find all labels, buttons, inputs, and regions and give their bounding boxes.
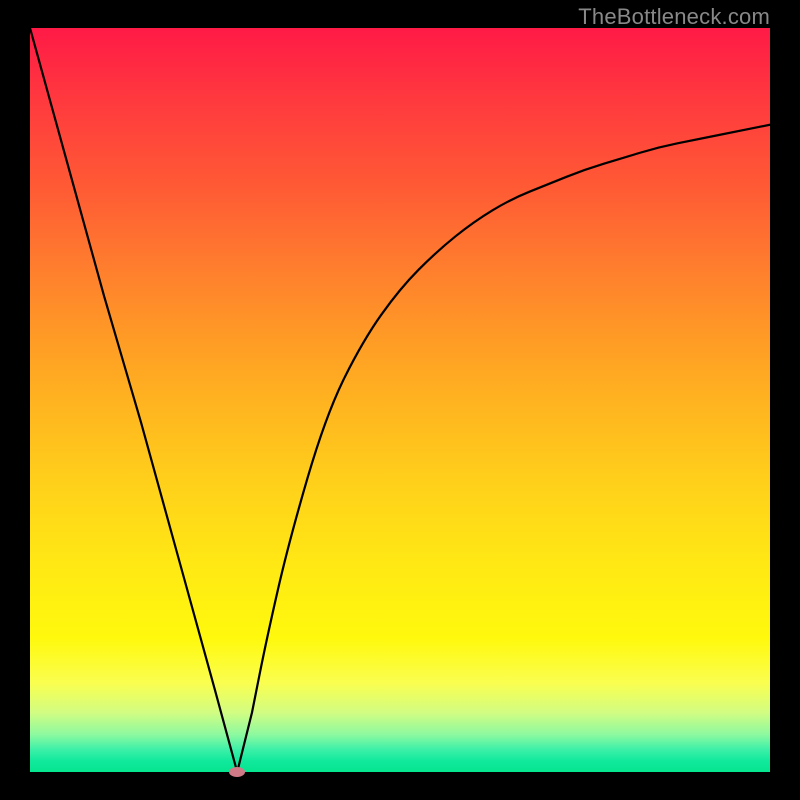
chart-frame: TheBottleneck.com — [0, 0, 800, 800]
bottleneck-curve — [30, 28, 770, 772]
minimum-marker — [229, 767, 245, 777]
watermark-text: TheBottleneck.com — [578, 4, 770, 30]
plot-area — [30, 28, 770, 772]
